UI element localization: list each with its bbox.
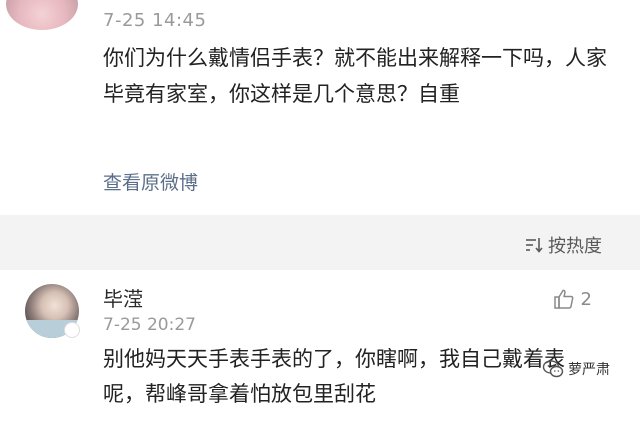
verified-badge-icon xyxy=(64,322,80,338)
post-timestamp: 7-25 14:45 xyxy=(103,10,207,31)
comment-timestamp: 7-25 20:27 xyxy=(103,315,196,335)
post-author-avatar[interactable] xyxy=(6,0,78,30)
post-section: 7-25 14:45 你们为什么戴情侣手表？就不能出来解释一下吗，人家毕竟有家室… xyxy=(0,0,640,215)
sort-label: 按热度 xyxy=(548,236,602,257)
like-button[interactable]: 2 xyxy=(553,288,592,310)
like-count: 2 xyxy=(580,288,592,310)
view-original-link[interactable]: 查看原微博 xyxy=(103,168,198,195)
comment-text: 别他妈天天手表手表的了，你瞎啊，我自己戴着表呢，帮峰哥拿着怕放包里刮花 xyxy=(103,347,565,406)
watermark: 萝严肃 xyxy=(542,358,610,380)
commenter-username[interactable]: 毕滢 xyxy=(103,283,143,312)
wechat-icon xyxy=(542,358,564,380)
sort-bar: 按热度 xyxy=(0,215,640,270)
sort-by-popularity-button[interactable]: 按热度 xyxy=(524,232,602,258)
thumbs-up-icon xyxy=(553,288,575,310)
post-text: 你们为什么戴情侣手表？就不能出来解释一下吗，人家毕竟有家室，你这样是几个意思？自… xyxy=(103,46,607,106)
comment-item: 毕滢 7-25 20:27 别他妈天天手表手表的了，你瞎啊，我自己戴着表呢，帮峰… xyxy=(0,270,640,422)
watermark-text: 萝严肃 xyxy=(568,362,610,378)
sort-icon xyxy=(524,235,544,255)
